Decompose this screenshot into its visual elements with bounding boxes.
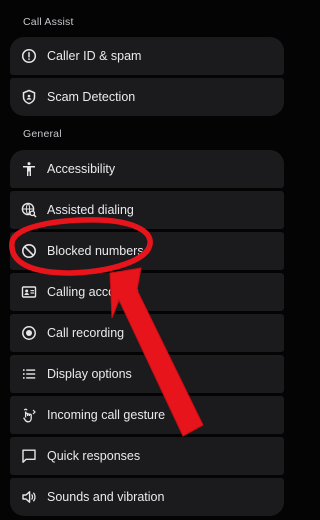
- settings-item-label: Blocked numbers: [47, 244, 144, 258]
- settings-item-scam-detection[interactable]: Scam Detection: [10, 78, 284, 116]
- shield-icon: [20, 88, 38, 106]
- settings-item-label: Caller ID & spam: [47, 49, 142, 63]
- block-icon: [20, 242, 38, 260]
- settings-item-label: Sounds and vibration: [47, 490, 165, 504]
- settings-item-label: Accessibility: [47, 162, 116, 176]
- settings-item-label: Scam Detection: [47, 90, 136, 104]
- record-icon: [20, 324, 38, 342]
- settings-item-label: Quick responses: [47, 449, 141, 463]
- settings-item-label: Incoming call gesture: [47, 408, 166, 422]
- settings-item-caller-id-spam[interactable]: Caller ID & spam: [10, 37, 284, 75]
- message-icon: [20, 447, 38, 465]
- accessibility-icon: [20, 160, 38, 178]
- settings-item-label: Display options: [47, 367, 132, 381]
- settings-item-accessibility[interactable]: Accessibility: [10, 150, 284, 188]
- globe-search-icon: [20, 201, 38, 219]
- settings-item-assisted-dialing[interactable]: Assisted dialing: [10, 191, 284, 229]
- settings-item-label: Call recording: [47, 326, 125, 340]
- settings-item-sounds-and-vibration[interactable]: Sounds and vibration: [10, 478, 284, 516]
- section-title-call-assist: Call Assist: [23, 16, 74, 28]
- settings-item-label: Calling accounts: [47, 285, 139, 299]
- settings-item-display-options[interactable]: Display options: [10, 355, 284, 393]
- general-group: Accessibility Assisted dialing Blocked n…: [10, 150, 284, 516]
- settings-item-incoming-call-gesture[interactable]: Incoming call gesture: [10, 396, 284, 434]
- settings-item-quick-responses[interactable]: Quick responses: [10, 437, 284, 475]
- settings-item-label: Assisted dialing: [47, 203, 134, 217]
- settings-item-call-recording[interactable]: Call recording: [10, 314, 284, 352]
- call-assist-group: Caller ID & spam Scam Detection: [10, 37, 284, 116]
- section-title-general: General: [23, 128, 62, 140]
- gesture-icon: [20, 406, 38, 424]
- list-icon: [20, 365, 38, 383]
- account-card-icon: [20, 283, 38, 301]
- info-icon: [20, 47, 38, 65]
- settings-item-blocked-numbers[interactable]: Blocked numbers: [10, 232, 284, 270]
- speaker-icon: [20, 488, 38, 506]
- settings-item-calling-accounts[interactable]: Calling accounts: [10, 273, 284, 311]
